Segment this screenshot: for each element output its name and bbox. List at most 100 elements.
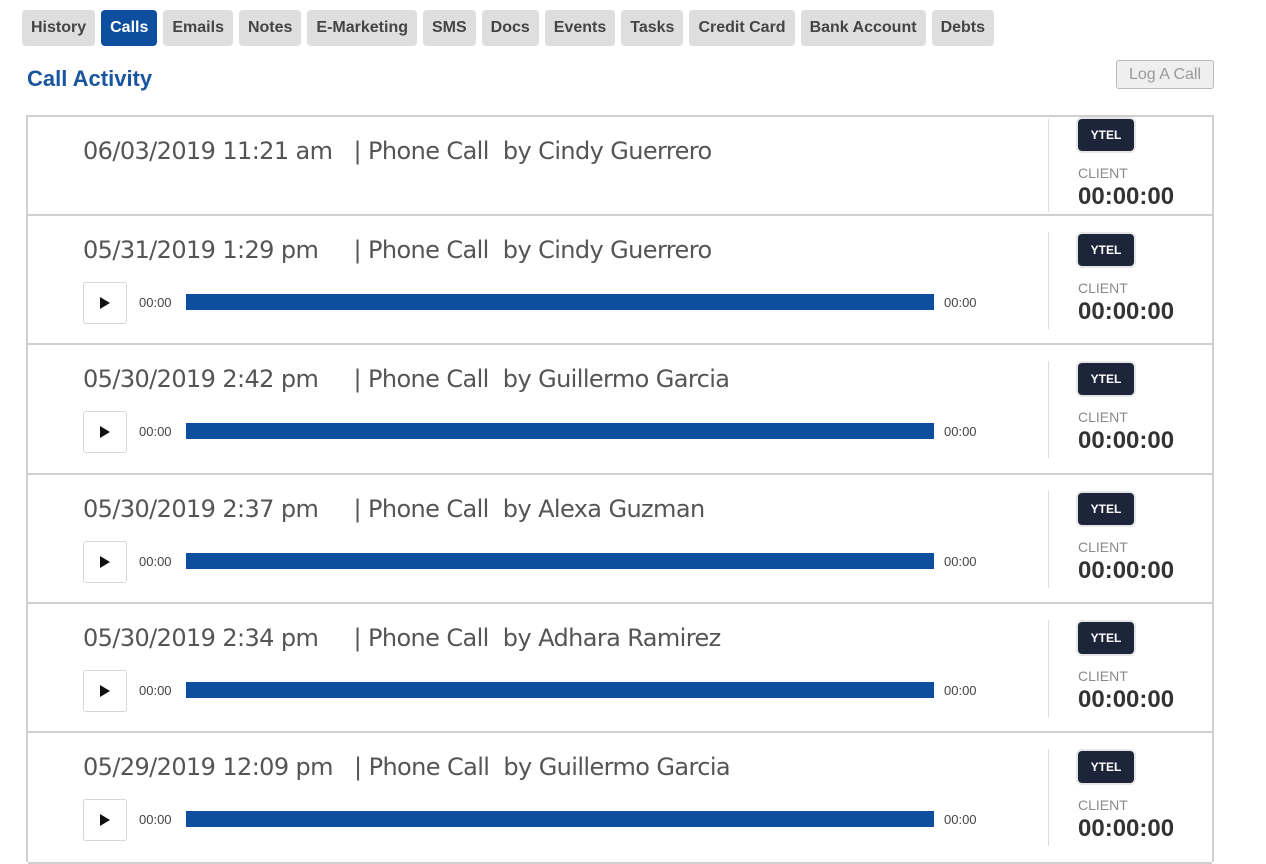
audio-player: 00:00 00:00 bbox=[83, 541, 983, 585]
provider-badge: YTEL bbox=[1078, 363, 1134, 395]
play-icon bbox=[100, 426, 110, 438]
seek-bar[interactable] bbox=[186, 811, 934, 827]
play-button[interactable] bbox=[83, 282, 127, 324]
total-time: 00:00 bbox=[944, 295, 977, 310]
tab-history[interactable]: History bbox=[22, 10, 96, 46]
call-header: 05/31/2019 1:29 pm | Phone Call by Cindy… bbox=[83, 236, 712, 264]
call-row: 06/03/2019 11:21 am | Phone Call by Cind… bbox=[28, 117, 1212, 216]
call-header: 05/30/2019 2:42 pm | Phone Call by Guill… bbox=[83, 365, 730, 393]
call-datetime: 05/30/2019 2:34 pm bbox=[83, 624, 319, 652]
provider-badge: YTEL bbox=[1078, 234, 1134, 266]
elapsed-time: 00:00 bbox=[139, 424, 172, 439]
party-label: CLIENT bbox=[1078, 797, 1128, 813]
call-agent: Cindy Guerrero bbox=[538, 137, 712, 165]
party-label: CLIENT bbox=[1078, 409, 1128, 425]
call-duration: 00:00:00 bbox=[1078, 557, 1175, 584]
seek-bar[interactable] bbox=[186, 294, 934, 310]
call-type: Phone Call bbox=[368, 137, 489, 165]
seek-bar[interactable] bbox=[186, 423, 934, 439]
call-type: Phone Call bbox=[367, 624, 489, 652]
call-agent: Alexa Guzman bbox=[538, 495, 705, 523]
tab-credit-card[interactable]: Credit Card bbox=[689, 10, 795, 46]
seek-bar[interactable] bbox=[186, 553, 934, 569]
provider-badge: YTEL bbox=[1078, 119, 1134, 151]
call-datetime: 05/29/2019 12:09 pm bbox=[83, 753, 334, 781]
party-label: CLIENT bbox=[1078, 539, 1128, 555]
call-row: 05/31/2019 1:29 pm | Phone Call by Cindy… bbox=[28, 216, 1212, 345]
call-summary: YTEL CLIENT 00:00:00 bbox=[1048, 361, 1208, 458]
audio-player: 00:00 00:00 bbox=[83, 411, 983, 455]
play-icon bbox=[100, 297, 110, 309]
audio-player: 00:00 00:00 bbox=[83, 799, 983, 843]
call-header: 05/30/2019 2:34 pm | Phone Call by Adhar… bbox=[83, 624, 721, 652]
page-title: Call Activity bbox=[27, 66, 153, 91]
tab-debts[interactable]: Debts bbox=[931, 10, 995, 46]
call-type: Phone Call bbox=[367, 495, 489, 523]
tab-bank-account[interactable]: Bank Account bbox=[800, 10, 926, 46]
tab-notes[interactable]: Notes bbox=[238, 10, 302, 46]
elapsed-time: 00:00 bbox=[139, 554, 172, 569]
total-time: 00:00 bbox=[944, 683, 977, 698]
provider-badge: YTEL bbox=[1078, 622, 1134, 654]
call-duration: 00:00:00 bbox=[1078, 815, 1175, 842]
call-row: 05/30/2019 2:42 pm | Phone Call by Guill… bbox=[28, 345, 1212, 475]
tab-e-marketing[interactable]: E-Marketing bbox=[307, 10, 417, 46]
call-agent: Adhara Ramirez bbox=[538, 624, 721, 652]
call-type: Phone Call bbox=[367, 365, 489, 393]
elapsed-time: 00:00 bbox=[139, 295, 172, 310]
call-type: Phone Call bbox=[367, 236, 489, 264]
call-summary: YTEL CLIENT 00:00:00 bbox=[1048, 232, 1208, 329]
play-icon bbox=[100, 814, 110, 826]
divider bbox=[1048, 620, 1049, 717]
play-button[interactable] bbox=[83, 670, 127, 712]
play-button[interactable] bbox=[83, 411, 127, 453]
total-time: 00:00 bbox=[944, 554, 977, 569]
call-duration: 00:00:00 bbox=[1078, 183, 1175, 210]
call-datetime: 06/03/2019 11:21 am bbox=[83, 137, 333, 165]
call-row: 05/29/2019 12:09 pm | Phone Call by Guil… bbox=[28, 733, 1212, 864]
tab-events[interactable]: Events bbox=[544, 10, 616, 46]
tab-sms[interactable]: SMS bbox=[423, 10, 476, 46]
call-agent: Guillermo Garcia bbox=[538, 753, 731, 781]
call-row: 05/30/2019 2:34 pm | Phone Call by Adhar… bbox=[28, 604, 1212, 733]
tab-calls[interactable]: Calls bbox=[101, 10, 158, 46]
play-icon bbox=[100, 556, 110, 568]
play-icon bbox=[100, 685, 110, 697]
call-summary: YTEL CLIENT 00:00:00 bbox=[1048, 491, 1208, 588]
call-header: 06/03/2019 11:21 am | Phone Call by Cind… bbox=[83, 137, 712, 165]
party-label: CLIENT bbox=[1078, 165, 1128, 181]
tab-emails[interactable]: Emails bbox=[163, 10, 233, 46]
divider bbox=[1048, 749, 1049, 846]
seek-bar[interactable] bbox=[186, 682, 934, 698]
call-datetime: 05/31/2019 1:29 pm bbox=[83, 236, 319, 264]
call-activity-list: 06/03/2019 11:21 am | Phone Call by Cind… bbox=[26, 115, 1214, 864]
call-summary: YTEL CLIENT 00:00:00 bbox=[1048, 620, 1208, 717]
tab-tasks[interactable]: Tasks bbox=[621, 10, 684, 46]
call-header: 05/30/2019 2:37 pm | Phone Call by Alexa… bbox=[83, 495, 705, 523]
total-time: 00:00 bbox=[944, 812, 977, 827]
call-agent: Cindy Guerrero bbox=[538, 236, 712, 264]
tab-docs[interactable]: Docs bbox=[481, 10, 539, 46]
divider bbox=[1048, 232, 1049, 329]
call-duration: 00:00:00 bbox=[1078, 298, 1175, 325]
play-button[interactable] bbox=[83, 799, 127, 841]
call-datetime: 05/30/2019 2:42 pm bbox=[83, 365, 319, 393]
divider bbox=[1048, 491, 1049, 588]
call-summary: YTEL CLIENT 00:00:00 bbox=[1048, 749, 1208, 846]
call-datetime: 05/30/2019 2:37 pm bbox=[83, 495, 319, 523]
provider-badge: YTEL bbox=[1078, 751, 1134, 783]
call-duration: 00:00:00 bbox=[1078, 427, 1175, 454]
tab-bar: History Calls Emails Notes E-Marketing S… bbox=[22, 10, 995, 46]
divider bbox=[1048, 361, 1049, 458]
log-a-call-button[interactable]: Log A Call bbox=[1116, 60, 1214, 89]
call-row: 05/30/2019 2:37 pm | Phone Call by Alexa… bbox=[28, 475, 1212, 604]
audio-player: 00:00 00:00 bbox=[83, 282, 983, 326]
play-button[interactable] bbox=[83, 541, 127, 583]
call-type: Phone Call bbox=[368, 753, 490, 781]
provider-badge: YTEL bbox=[1078, 493, 1134, 525]
call-duration: 00:00:00 bbox=[1078, 686, 1175, 713]
elapsed-time: 00:00 bbox=[139, 683, 172, 698]
party-label: CLIENT bbox=[1078, 668, 1128, 684]
call-header: 05/29/2019 12:09 pm | Phone Call by Guil… bbox=[83, 753, 731, 781]
call-summary: YTEL CLIENT 00:00:00 bbox=[1048, 117, 1208, 214]
